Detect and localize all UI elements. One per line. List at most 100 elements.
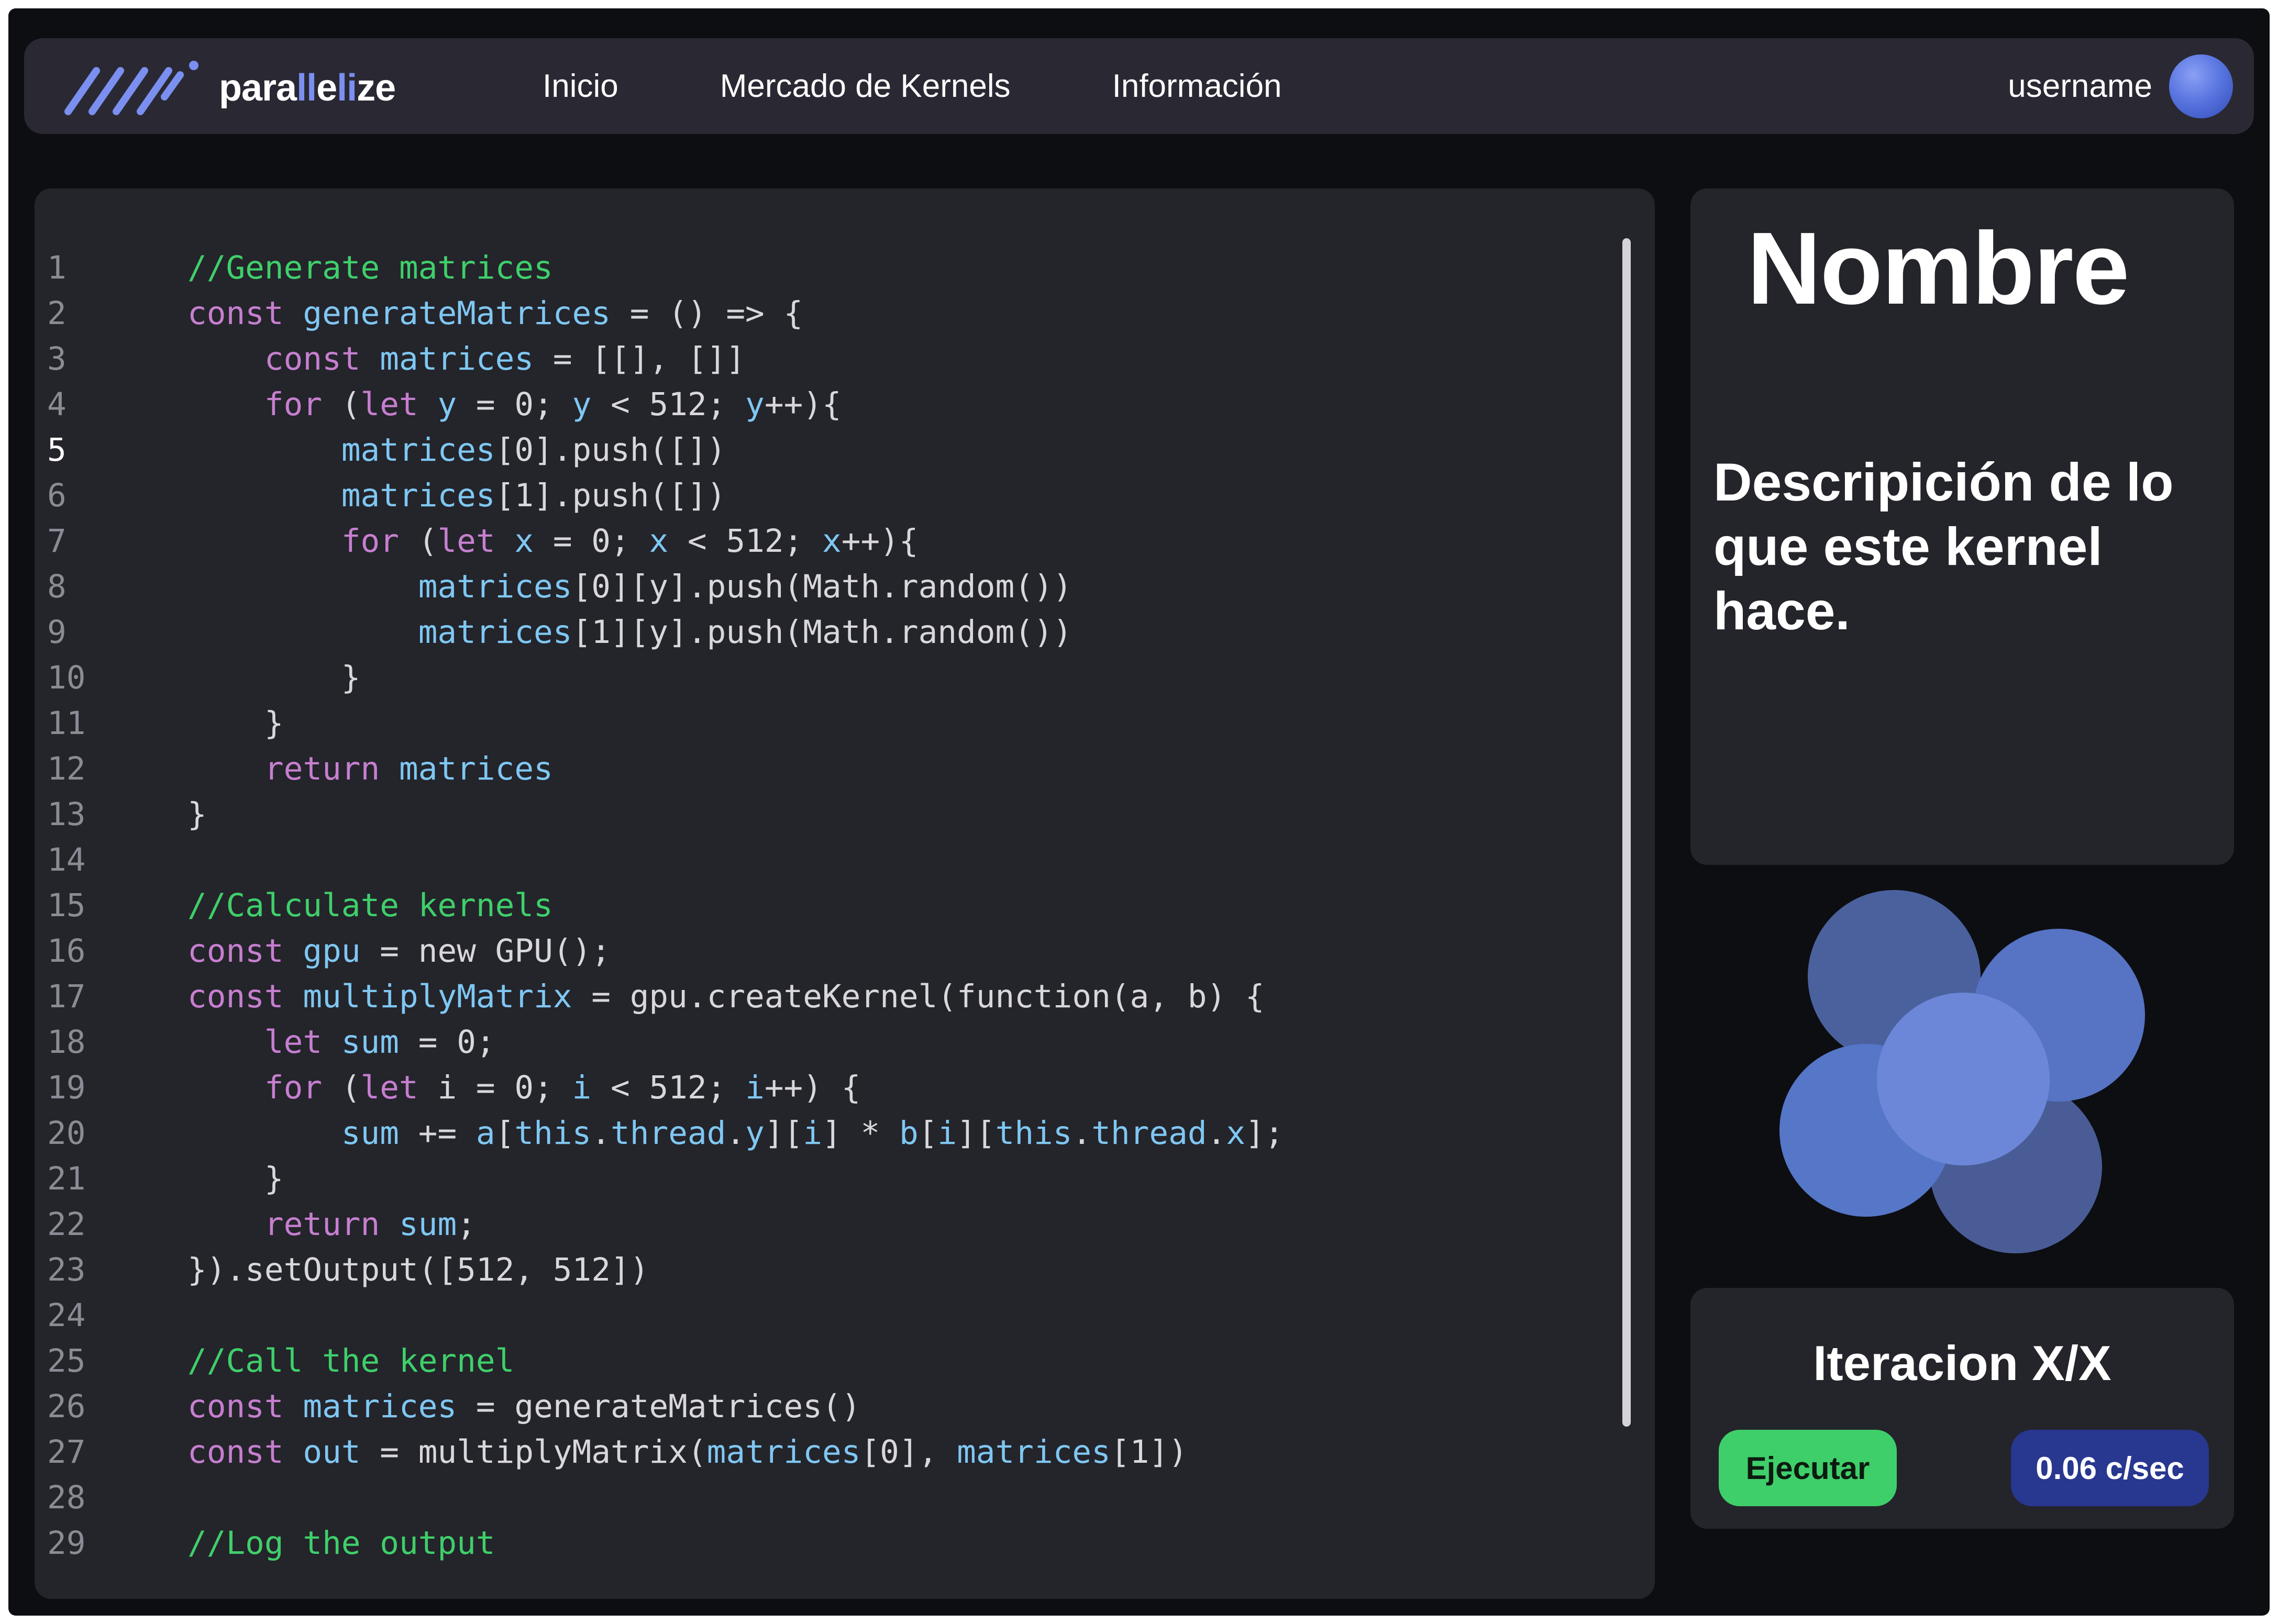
code-token: matrices [341,477,495,514]
code-token: ][ [957,1115,996,1152]
user-menu[interactable]: username [2008,38,2233,134]
code-token: } [187,1160,284,1197]
run-panel: Iteracion X/X Ejecutar 0.06 c/sec [1690,1288,2234,1529]
code-line[interactable]: 28 [35,1475,1606,1520]
code-line[interactable]: 27 const out = multiplyMatrix(matrices[0]… [35,1429,1606,1475]
username-label[interactable]: username [2008,68,2152,105]
code-token: const [187,1388,284,1425]
line-source[interactable]: for (let y = 0; y < 512; y++){ [93,382,842,427]
line-source[interactable] [93,837,187,883]
execute-button[interactable]: Ejecutar [1719,1430,1897,1506]
line-source[interactable]: let sum = 0; [93,1019,495,1065]
line-source[interactable]: for (let x = 0; x < 512; x++){ [93,518,919,564]
code-line[interactable]: 29 //Log the output [35,1520,1606,1566]
code-line[interactable]: 4 for (let y = 0; y < 512; y++){ [35,382,1606,427]
line-source[interactable]: } [93,1156,284,1202]
logo[interactable]: parallelize [63,59,396,117]
line-number: 7 [47,522,67,560]
line-number: 5 [47,431,67,469]
line-source[interactable]: //Call the kernel [93,1338,514,1384]
line-source[interactable]: matrices[1].push([]) [93,473,726,518]
code-line[interactable]: 14 [35,837,1606,883]
avatar[interactable] [2169,54,2233,118]
code-token: y [745,386,765,423]
code-line[interactable]: 26 const matrices = generateMatrices() [35,1384,1606,1429]
editor-scrollbar[interactable] [1622,238,1631,1427]
line-source[interactable]: matrices[0].push([]) [93,427,726,473]
line-source[interactable] [93,1475,187,1520]
nav-item-mercado-de-kernels[interactable]: Mercado de Kernels [720,68,1011,105]
code-token: y [437,386,457,423]
code-line[interactable]: 7 for (let x = 0; x < 512; x++){ [35,518,1606,564]
line-number: 26 [47,1388,86,1425]
code-line[interactable]: 22 return sum; [35,1202,1606,1247]
code-line[interactable]: 19 for (let i = 0; i < 512; i++) { [35,1065,1606,1110]
code-token: this [995,1115,1072,1152]
code-line[interactable]: 12 return matrices [35,746,1606,792]
line-number: 25 [47,1342,86,1380]
code-token: matrices [399,750,553,787]
line-source[interactable]: return matrices [93,746,553,792]
line-source[interactable]: //Log the output [93,1520,495,1566]
code-token: ( [322,1069,361,1106]
line-source[interactable]: } [93,655,361,700]
line-source[interactable]: }).setOutput([512, 512]) [93,1247,649,1293]
line-source[interactable]: } [93,700,284,746]
line-source[interactable]: const matrices = generateMatrices() [93,1384,860,1429]
code-token: . [591,1115,611,1152]
line-source[interactable]: //Generate matrices [93,245,553,291]
nav-item-inicio[interactable]: Inicio [543,68,618,105]
line-source[interactable]: const gpu = new GPU(); [93,928,611,974]
line-source[interactable]: matrices[0][y].push(Math.random()) [93,564,1072,609]
code-editor[interactable]: 1 //Generate matrices 2 const generateMatri… [35,188,1655,1599]
code-line[interactable]: 5 matrices[0].push([]) [35,427,1606,473]
code-line[interactable]: 9 matrices[1][y].push(Math.random()) [35,609,1606,655]
code-token: //Generate matrices [187,249,553,286]
code-line[interactable]: 2 const generateMatrices = () => { [35,291,1606,336]
code-line[interactable]: 6 matrices[1].push([]) [35,473,1606,518]
code-line[interactable]: 15 //Calculate kernels [35,883,1606,928]
code-token: let [360,1069,418,1106]
line-source[interactable]: const out = multiplyMatrix(matrices[0], … [93,1429,1188,1475]
line-source[interactable]: const multiplyMatrix = gpu.createKernel(… [93,974,1265,1019]
code-line[interactable]: 1 //Generate matrices [35,245,1606,291]
code-line[interactable]: 11 } [35,700,1606,746]
line-source[interactable]: return sum; [93,1202,476,1247]
code-line[interactable]: 13} [35,792,1606,837]
code-token: ( [322,386,361,423]
code-token: i [937,1115,957,1152]
line-source[interactable]: //Calculate kernels [93,883,553,928]
code-line[interactable]: 23}).setOutput([512, 512]) [35,1247,1606,1293]
code-line[interactable]: 10 } [35,655,1606,700]
code-token: [0].push([]) [495,431,726,469]
line-number: 18 [47,1024,86,1061]
line-source[interactable]: sum += a[this.thread.y][i] * b[i][this.t… [93,1110,1284,1156]
code-line[interactable]: 21 } [35,1156,1606,1202]
line-source[interactable]: } [93,792,207,837]
nav-item-informacion[interactable]: Información [1112,68,1282,105]
code-line[interactable]: 17 const multiplyMatrix = gpu.createKerne… [35,974,1606,1019]
line-source[interactable]: const matrices = [[], []] [93,336,745,382]
code-token: generateMatrices [303,295,611,332]
code-line[interactable]: 8 matrices[0][y].push(Math.random()) [35,564,1606,609]
code-token: y [572,386,592,423]
code-token: matrices [706,1433,861,1471]
code-line[interactable]: 18 let sum = 0; [35,1019,1606,1065]
code-line[interactable]: 20 sum += a[this.thread.y][i] * b[i][thi… [35,1110,1606,1156]
line-source[interactable]: matrices[1][y].push(Math.random()) [93,609,1072,655]
code-line[interactable]: 24 [35,1293,1606,1338]
line-source[interactable] [93,1293,187,1338]
code-token: ]; [1245,1115,1284,1152]
code-lines[interactable]: 1 //Generate matrices 2 const generateMatri… [35,245,1606,1566]
line-source[interactable]: for (let i = 0; i < 512; i++) { [93,1065,861,1110]
line-source[interactable]: const generateMatrices = () => { [93,291,803,336]
code-token: let [360,386,418,423]
code-line[interactable]: 3 const matrices = [[], []] [35,336,1606,382]
code-line[interactable]: 25 //Call the kernel [35,1338,1606,1384]
code-line[interactable]: 16 const gpu = new GPU(); [35,928,1606,974]
